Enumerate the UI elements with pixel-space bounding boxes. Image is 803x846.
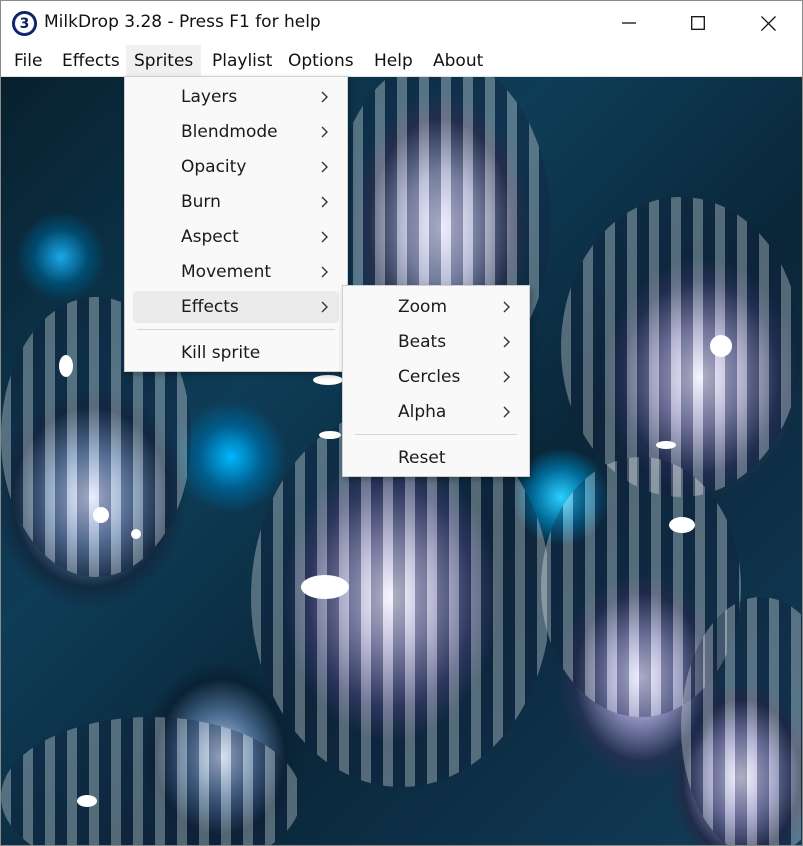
- menu-options[interactable]: Options: [280, 45, 362, 77]
- chevron-right-icon: [321, 126, 328, 138]
- minimize-icon: [622, 22, 636, 24]
- close-icon: [760, 15, 776, 31]
- menu-item-label: Beats: [398, 332, 447, 352]
- menu-item-label: Blendmode: [181, 122, 278, 142]
- effects-submenu: Zoom Beats Cercles Alpha Reset: [342, 285, 530, 477]
- menu-item-opacity[interactable]: Opacity: [133, 151, 339, 183]
- title-bar[interactable]: 3 MilkDrop 3.28 - Press F1 for help: [1, 1, 802, 45]
- visual-particle: [669, 517, 695, 533]
- submenu-item-beats[interactable]: Beats: [351, 326, 521, 358]
- visual-particle: [93, 507, 109, 523]
- menu-item-label: Effects: [181, 297, 239, 317]
- maximize-button[interactable]: [674, 1, 722, 45]
- visual-particle: [77, 795, 97, 807]
- menu-item-label: Burn: [181, 192, 221, 212]
- window-title: MilkDrop 3.28 - Press F1 for help: [44, 12, 321, 32]
- menu-item-layers[interactable]: Layers: [133, 81, 339, 113]
- chevron-right-icon: [321, 91, 328, 103]
- milkdrop-app-icon[interactable]: 3: [12, 11, 37, 36]
- visual-particle: [313, 375, 343, 385]
- menu-playlist[interactable]: Playlist: [204, 45, 280, 77]
- menu-separator: [137, 329, 335, 330]
- menu-item-aspect[interactable]: Aspect: [133, 221, 339, 253]
- menu-effects[interactable]: Effects: [54, 45, 128, 77]
- submenu-item-zoom[interactable]: Zoom: [351, 291, 521, 323]
- menu-item-label: Cercles: [398, 367, 461, 387]
- menu-item-label: Kill sprite: [181, 343, 261, 363]
- menu-help[interactable]: Help: [366, 45, 421, 77]
- menu-item-label: Opacity: [181, 157, 247, 177]
- menu-item-burn[interactable]: Burn: [133, 186, 339, 218]
- app-icon-glyph: 3: [15, 14, 34, 33]
- sprites-dropdown-menu: Layers Blendmode Opacity Burn Aspect Mov…: [124, 76, 348, 372]
- menu-item-effects[interactable]: Effects: [133, 291, 339, 323]
- visual-sphere: [1, 717, 301, 845]
- menu-item-label: Zoom: [398, 297, 448, 317]
- minimize-button[interactable]: [605, 1, 653, 45]
- visual-particle: [131, 529, 141, 539]
- menu-item-movement[interactable]: Movement: [133, 256, 339, 288]
- menu-about[interactable]: About: [425, 45, 491, 77]
- chevron-right-icon: [321, 196, 328, 208]
- menu-separator: [355, 434, 517, 435]
- menu-item-label: Alpha: [398, 402, 447, 422]
- chevron-right-icon: [321, 266, 328, 278]
- menu-item-label: Movement: [181, 262, 272, 282]
- menu-item-label: Reset: [398, 448, 446, 468]
- submenu-item-alpha[interactable]: Alpha: [351, 396, 521, 428]
- menu-file[interactable]: File: [6, 45, 50, 77]
- visual-particle: [710, 335, 732, 357]
- chevron-right-icon: [503, 371, 510, 383]
- visual-particle: [59, 355, 73, 377]
- app-window: 3 MilkDrop 3.28 - Press F1 for help File…: [0, 0, 803, 846]
- submenu-item-reset[interactable]: Reset: [351, 442, 521, 474]
- chevron-right-icon: [321, 231, 328, 243]
- visual-sphere: [561, 197, 801, 497]
- visual-particle: [319, 431, 341, 439]
- submenu-item-cercles[interactable]: Cercles: [351, 361, 521, 393]
- chevron-right-icon: [321, 301, 328, 313]
- chevron-right-icon: [503, 301, 510, 313]
- menu-item-label: Aspect: [181, 227, 239, 247]
- menu-sprites[interactable]: Sprites: [126, 45, 201, 77]
- visual-particle: [301, 575, 349, 599]
- close-button[interactable]: [744, 1, 792, 45]
- chevron-right-icon: [503, 336, 510, 348]
- menu-item-label: Layers: [181, 87, 238, 107]
- visual-particle: [656, 441, 676, 449]
- menu-item-blendmode[interactable]: Blendmode: [133, 116, 339, 148]
- chevron-right-icon: [321, 161, 328, 173]
- chevron-right-icon: [503, 406, 510, 418]
- menu-bar: File Effects Sprites Playlist Options He…: [1, 45, 802, 77]
- menu-item-kill-sprite[interactable]: Kill sprite: [133, 337, 339, 369]
- maximize-icon: [691, 16, 705, 30]
